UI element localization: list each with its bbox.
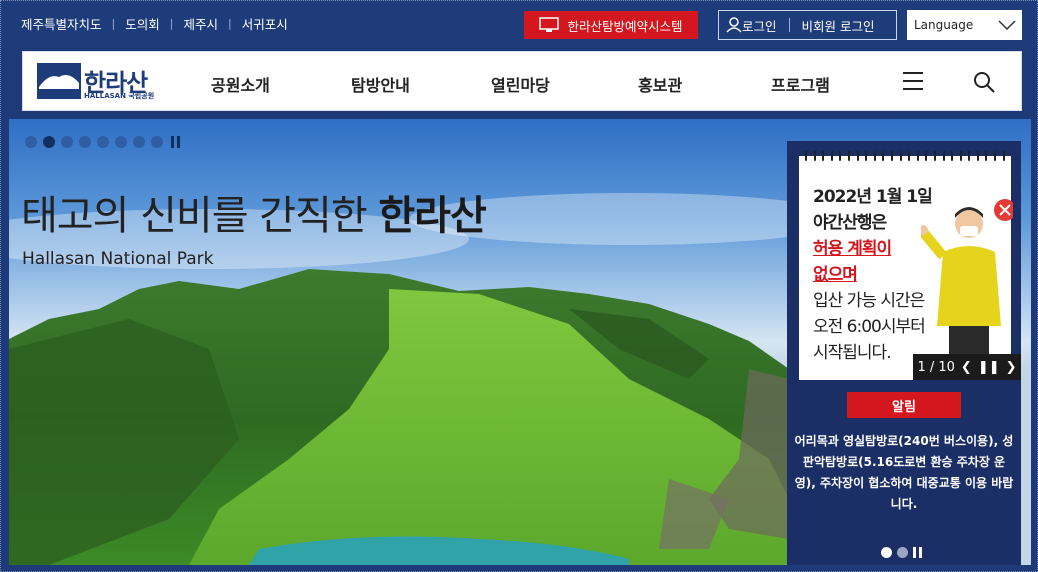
notice-text[interactable]: 어리목과 영실탐방로(240번 버스이용), 성판악탐방로(5.16도로변 환승… (793, 431, 1015, 515)
hero-slide-indicators (25, 136, 180, 148)
hero-pause-icon[interactable] (171, 136, 180, 148)
hero-slide-dot[interactable] (43, 136, 55, 148)
page-frame: 제주특별자치도 | 도의회 | 제주시 | 서귀포시 한라산탐방예약시스템 로그… (0, 0, 1038, 572)
reservation-system-button[interactable]: 한라산탐방예약시스템 (524, 11, 698, 39)
ranger-illustration (921, 199, 1013, 376)
logo-subtext: HALLASAN 국립공원 (84, 92, 155, 100)
popup-line-highlight: 허용 계획이 (813, 239, 892, 259)
link-jeju-province[interactable]: 제주특별자치도 (21, 14, 102, 33)
pause-icon[interactable]: ❚❚ (978, 360, 1000, 375)
hero-subtitle: Hallasan National Park (22, 249, 214, 269)
notice-panel: 2022년 1월 1일 야간산행은 허용 계획이 없으며 입산 가능 시간은 오… (787, 141, 1021, 565)
auth-links: 로그인 비회원 로그인 (718, 10, 897, 40)
external-links: 제주특별자치도 | 도의회 | 제주시 | 서귀포시 (21, 14, 288, 33)
separator: | (111, 17, 116, 30)
popup-pager: 1 / 10 ❮ ❚❚ ❯ (913, 354, 1021, 380)
popup-card[interactable]: 2022년 1월 1일 야간산행은 허용 계획이 없으며 입산 가능 시간은 오… (799, 151, 1013, 380)
hero-title-bold: 한라산 (378, 193, 486, 239)
language-select-value: Language (914, 18, 974, 32)
hallasan-logo[interactable]: 한라산 HALLASAN 국립공원 (37, 63, 162, 101)
hero-slide-dot[interactable] (115, 136, 127, 148)
notice-dot[interactable] (897, 547, 908, 558)
hero-slide-dot[interactable] (79, 136, 91, 148)
nav-pr-center[interactable]: 홍보관 (638, 72, 682, 96)
popup-line: 야간산행은 (813, 213, 887, 233)
chevron-down-icon (998, 20, 1016, 30)
popup-line: 오전 6:00시부터 (813, 317, 926, 337)
popup-line-highlight: 없으며 (813, 265, 858, 285)
separator (788, 18, 790, 32)
hero-slide-dot[interactable] (25, 136, 37, 148)
separator: | (227, 17, 232, 30)
language-select[interactable]: Language (907, 10, 1022, 40)
notice-label: 알림 (847, 392, 961, 418)
mountain-logo-icon (37, 63, 81, 99)
hero-slide-dot[interactable] (133, 136, 145, 148)
guest-login-link[interactable]: 비회원 로그인 (802, 16, 875, 35)
nav-trail-guide[interactable]: 탐방안내 (351, 72, 410, 96)
login-link[interactable]: 로그인 (742, 16, 777, 35)
prev-icon[interactable]: ❮ (961, 360, 972, 375)
reservation-system-label: 한라산탐방예약시스템 (567, 18, 683, 34)
popup-page-indicator: 1 / 10 (917, 359, 955, 375)
notice-pause-icon[interactable] (913, 547, 922, 558)
nav-open-forum[interactable]: 열린마당 (491, 72, 550, 96)
hero-title: 태고의 신비를 간직한 한라산 (21, 183, 487, 241)
nav-programs[interactable]: 프로그램 (771, 72, 830, 96)
top-utility-bar: 제주특별자치도 | 도의회 | 제주시 | 서귀포시 한라산탐방예약시스템 로그… (1, 1, 1037, 47)
link-provincial-council[interactable]: 도의회 (125, 14, 160, 33)
search-icon[interactable] (973, 71, 995, 93)
monitor-icon (539, 17, 560, 32)
nav-park-intro[interactable]: 공원소개 (211, 72, 270, 96)
hero-title-plain: 태고의 신비를 간직한 (21, 193, 379, 239)
hero-slide-dot[interactable] (97, 136, 109, 148)
popup-line: 입산 가능 시간은 (813, 291, 925, 311)
user-icon (726, 17, 742, 33)
separator: | (169, 17, 174, 30)
notice-dot[interactable] (881, 547, 892, 558)
hero-slide-dot[interactable] (151, 136, 163, 148)
hero-slide-dot[interactable] (61, 136, 73, 148)
main-navigation: 한라산 HALLASAN 국립공원 공원소개 탐방안내 열린마당 홍보관 프로그… (22, 51, 1022, 111)
popup-line: 2022년 1월 1일 (813, 187, 933, 207)
popup-message: 2022년 1월 1일 야간산행은 허용 계획이 없으며 입산 가능 시간은 오… (813, 184, 933, 366)
notice-slide-indicators (881, 547, 922, 558)
menu-icon[interactable] (903, 72, 923, 90)
link-seogwipo-city[interactable]: 서귀포시 (242, 14, 288, 33)
next-icon[interactable]: ❯ (1006, 360, 1017, 375)
link-jeju-city[interactable]: 제주시 (183, 14, 218, 33)
calendar-binding (799, 151, 1011, 161)
